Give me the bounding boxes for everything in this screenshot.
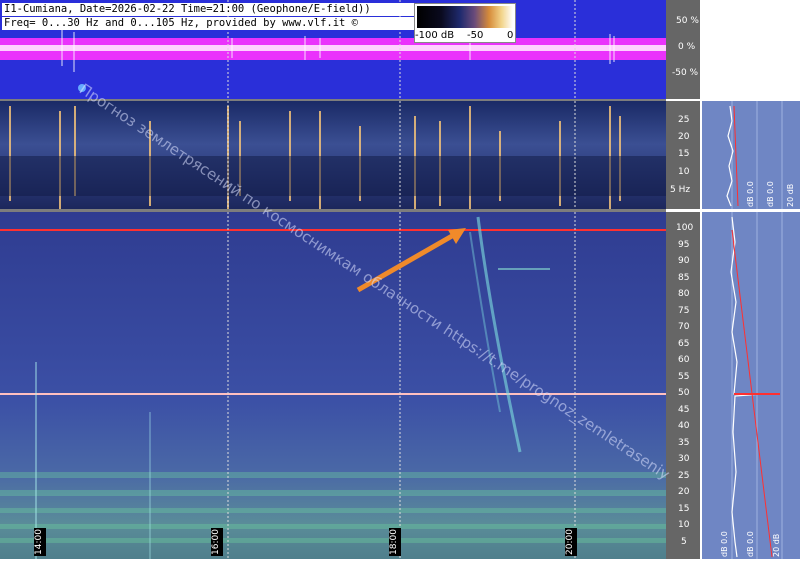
axis-tick: 25	[678, 471, 690, 481]
axis-tick: 80	[678, 289, 690, 299]
axis-tick: 25	[678, 115, 690, 125]
axis-tick: 60	[678, 355, 690, 365]
axis-tick: 70	[678, 322, 690, 332]
time-label-box: 14:00	[34, 528, 46, 556]
axis-tick: 5	[681, 537, 687, 547]
axis-tick: 45	[678, 405, 690, 415]
side-scale-label: dB 0.0	[746, 531, 755, 557]
axis-tick: 35	[678, 438, 690, 448]
header-station: I1-Cumiana, Date=2026-02-22 Time=21:00 (…	[2, 3, 414, 16]
spectrogram-root: { "header": { "line1": "I1-Cumiana, Date…	[0, 0, 800, 559]
axis-tick: 30	[678, 454, 690, 464]
time-label-box: 16:00	[211, 528, 223, 556]
side-hf-profile: dB 0.0 dB 0.0 20 dB	[702, 212, 800, 559]
axis-tick: 75	[678, 306, 690, 316]
axis-tick: 95	[678, 240, 690, 250]
axis-tick: 15	[678, 504, 690, 514]
time-label: 16:00	[211, 529, 221, 555]
colorbar-label: 0	[507, 30, 514, 41]
lf-spectrogram	[0, 101, 666, 209]
axis-tick: 50	[678, 388, 690, 398]
side-scale-label: 20 dB	[786, 183, 795, 207]
axis-tick: 10	[678, 520, 690, 530]
lf-streaks	[0, 101, 666, 209]
side-lf-profile: dB 0.0 dB 0.0 20 dB	[702, 101, 800, 209]
side-top-blank	[700, 0, 800, 99]
axis-tick: -50 %	[672, 68, 699, 78]
axis-tick: 20	[678, 132, 690, 142]
header-frequency: Freq= 0...30 Hz and 0...105 Hz, provided…	[2, 17, 414, 30]
waveform-axis: 50 % 0 % -50 %	[666, 0, 700, 99]
axis-tick: 0 %	[678, 42, 696, 52]
side-scale-label: 20 dB	[772, 533, 781, 557]
colorbar: -100 dB -50 0	[414, 3, 516, 43]
axis-tick: 65	[678, 339, 690, 349]
time-label: 18:00	[389, 529, 399, 555]
side-scale-label: dB 0.0	[720, 531, 729, 557]
axis-tick: 10	[678, 167, 690, 177]
axis-tick: 50 %	[676, 16, 699, 26]
lf-axis: 25 20 15 10 5 Hz	[666, 101, 700, 209]
side-scale-label: dB 0.0	[746, 181, 755, 207]
axis-tick: 55	[678, 372, 690, 382]
axis-tick: 20	[678, 487, 690, 497]
time-label: 20:00	[565, 529, 575, 555]
axis-tick: 90	[678, 256, 690, 266]
time-label-box: 20:00	[565, 528, 577, 556]
time-label: 14:00	[34, 529, 44, 555]
side-scale-label: dB 0.0	[766, 181, 775, 207]
axis-tick: 5 Hz	[670, 185, 691, 195]
colorbar-label: -100 dB	[415, 30, 455, 41]
colorbar-label: -50	[467, 30, 484, 41]
hf-profile-trace	[730, 212, 783, 559]
axis-tick: 15	[678, 149, 690, 159]
axis-tick: 40	[678, 421, 690, 431]
colorbar-gradient	[417, 6, 513, 28]
axis-tick: 85	[678, 273, 690, 283]
hf-axis: 100 95 90 85 80 75 70 65 60 55 50 45 40 …	[666, 212, 700, 559]
axis-tick: 100	[676, 223, 694, 233]
time-label-box: 18:00	[389, 528, 401, 556]
